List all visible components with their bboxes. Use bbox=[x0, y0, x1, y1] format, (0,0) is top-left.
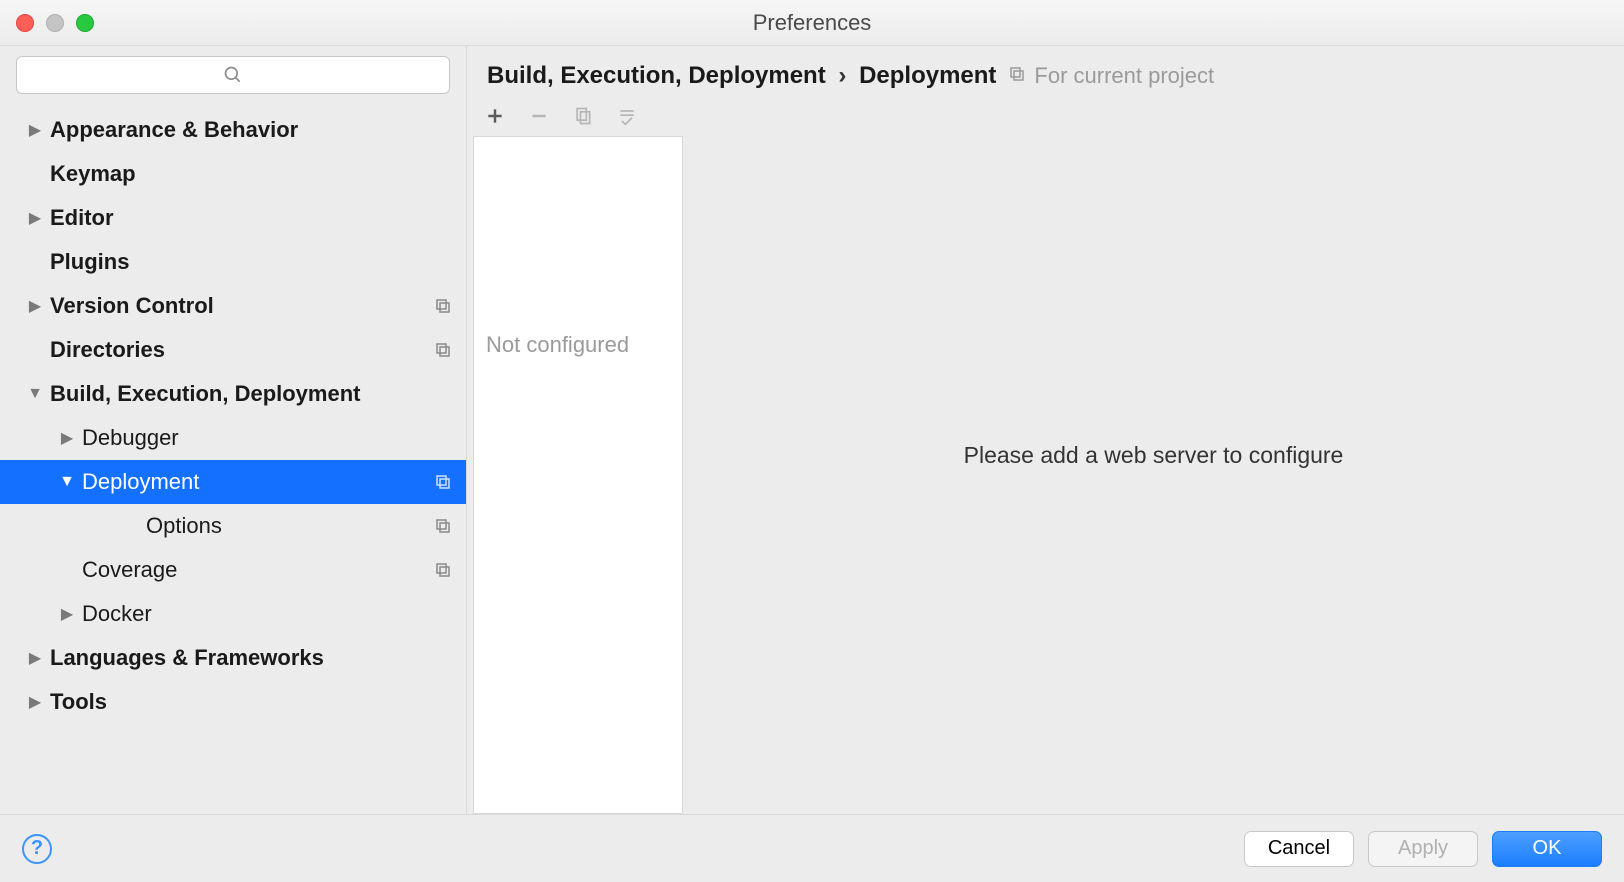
body: ▶ Appearance & Behavior Keymap ▶ Editor … bbox=[0, 46, 1624, 814]
sidebar-item-docker[interactable]: ▶ Docker bbox=[0, 592, 466, 636]
content-row: Not configured Please add a web server t… bbox=[467, 96, 1624, 814]
traffic-lights bbox=[16, 14, 94, 32]
apply-button-label: Apply bbox=[1398, 837, 1448, 860]
sidebar-item-label: Editor bbox=[50, 205, 452, 231]
breadcrumb-separator: › bbox=[838, 62, 846, 89]
sidebar-item-editor[interactable]: ▶ Editor bbox=[0, 196, 466, 240]
chevron-down-icon: ▼ bbox=[52, 473, 82, 491]
project-scope-icon bbox=[434, 297, 452, 315]
chevron-right-icon: ▶ bbox=[20, 692, 50, 712]
search-wrap bbox=[0, 46, 466, 102]
help-icon: ? bbox=[31, 837, 43, 860]
minus-icon bbox=[529, 106, 549, 126]
breadcrumb: Build, Execution, Deployment › Deploymen… bbox=[487, 62, 996, 90]
chevron-right-icon: ▶ bbox=[20, 120, 50, 140]
search-icon bbox=[223, 65, 243, 85]
sidebar-item-version-control[interactable]: ▶ Version Control bbox=[0, 284, 466, 328]
copy-button[interactable] bbox=[571, 104, 595, 128]
sidebar-item-directories[interactable]: Directories bbox=[0, 328, 466, 372]
main-pane: Build, Execution, Deployment › Deploymen… bbox=[467, 46, 1624, 814]
chevron-right-icon: ▶ bbox=[20, 648, 50, 668]
sidebar-item-label: Deployment bbox=[82, 469, 434, 495]
ok-button[interactable]: OK bbox=[1492, 831, 1602, 867]
sidebar-item-tools[interactable]: ▶ Tools bbox=[0, 680, 466, 724]
deployment-detail-pane: Please add a web server to configure bbox=[683, 96, 1624, 814]
titlebar: Preferences bbox=[0, 0, 1624, 46]
sidebar-item-options[interactable]: Options bbox=[0, 504, 466, 548]
project-scope-icon bbox=[434, 561, 452, 579]
sidebar-item-languages-frameworks[interactable]: ▶ Languages & Frameworks bbox=[0, 636, 466, 680]
for-current-project-label: For current project bbox=[1008, 63, 1214, 89]
window-title: Preferences bbox=[753, 10, 872, 36]
ok-button-label: OK bbox=[1533, 837, 1562, 860]
sidebar-item-label: Debugger bbox=[82, 425, 452, 451]
sidebar-item-deployment[interactable]: ▼ Deployment bbox=[0, 460, 466, 504]
zoom-window-button[interactable] bbox=[76, 14, 94, 32]
settings-tree: ▶ Appearance & Behavior Keymap ▶ Editor … bbox=[0, 102, 466, 814]
add-button[interactable] bbox=[483, 104, 507, 128]
sidebar-item-label: Languages & Frameworks bbox=[50, 645, 452, 671]
sidebar-item-label: Coverage bbox=[82, 557, 434, 583]
help-button[interactable]: ? bbox=[22, 834, 52, 864]
sidebar-item-label: Tools bbox=[50, 689, 452, 715]
chevron-right-icon: ▶ bbox=[20, 208, 50, 228]
chevron-right-icon: ▶ bbox=[52, 428, 82, 448]
footer: ? Cancel Apply OK bbox=[0, 814, 1624, 882]
deployment-list-empty-text: Not configured bbox=[474, 332, 641, 358]
breadcrumb-part-1: Build, Execution, Deployment bbox=[487, 62, 826, 89]
minimize-window-button[interactable] bbox=[46, 14, 64, 32]
copy-icon bbox=[573, 106, 593, 126]
sidebar-item-label: Keymap bbox=[50, 161, 452, 187]
cancel-button-label: Cancel bbox=[1268, 837, 1330, 860]
sidebar: ▶ Appearance & Behavior Keymap ▶ Editor … bbox=[0, 46, 467, 814]
sidebar-item-label: Directories bbox=[50, 337, 434, 363]
breadcrumb-row: Build, Execution, Deployment › Deploymen… bbox=[467, 46, 1624, 96]
deployment-list-pane: Not configured bbox=[473, 96, 683, 814]
project-scope-icon bbox=[434, 341, 452, 359]
sidebar-item-appearance-behavior[interactable]: ▶ Appearance & Behavior bbox=[0, 108, 466, 152]
project-scope-icon bbox=[434, 473, 452, 491]
chevron-right-icon: ▶ bbox=[20, 296, 50, 316]
cancel-button[interactable]: Cancel bbox=[1244, 831, 1354, 867]
chevron-right-icon: ▶ bbox=[52, 604, 82, 624]
plus-icon bbox=[485, 106, 505, 126]
breadcrumb-part-2: Deployment bbox=[859, 62, 996, 89]
chevron-down-icon: ▼ bbox=[20, 385, 50, 403]
sidebar-item-label: Version Control bbox=[50, 293, 434, 319]
deployment-detail-empty-text: Please add a web server to configure bbox=[964, 442, 1344, 469]
sidebar-item-label: Plugins bbox=[50, 249, 452, 275]
sidebar-item-label: Docker bbox=[82, 601, 452, 627]
sidebar-item-keymap[interactable]: Keymap bbox=[0, 152, 466, 196]
project-scope-icon bbox=[434, 517, 452, 535]
sidebar-item-build-execution-deployment[interactable]: ▼ Build, Execution, Deployment bbox=[0, 372, 466, 416]
set-default-button[interactable] bbox=[615, 104, 639, 128]
sidebar-item-coverage[interactable]: Coverage bbox=[0, 548, 466, 592]
search-input[interactable] bbox=[16, 56, 450, 94]
deployment-list: Not configured bbox=[473, 136, 683, 814]
remove-button[interactable] bbox=[527, 104, 551, 128]
sidebar-item-debugger[interactable]: ▶ Debugger bbox=[0, 416, 466, 460]
deployment-toolbar bbox=[473, 96, 683, 136]
project-scope-icon bbox=[1008, 63, 1026, 89]
sidebar-item-label: Build, Execution, Deployment bbox=[50, 381, 452, 407]
sidebar-item-label: Appearance & Behavior bbox=[50, 117, 452, 143]
check-list-icon bbox=[617, 106, 637, 126]
close-window-button[interactable] bbox=[16, 14, 34, 32]
sidebar-item-label: Options bbox=[146, 513, 434, 539]
sidebar-item-plugins[interactable]: Plugins bbox=[0, 240, 466, 284]
for-current-project-text: For current project bbox=[1034, 63, 1214, 89]
apply-button[interactable]: Apply bbox=[1368, 831, 1478, 867]
